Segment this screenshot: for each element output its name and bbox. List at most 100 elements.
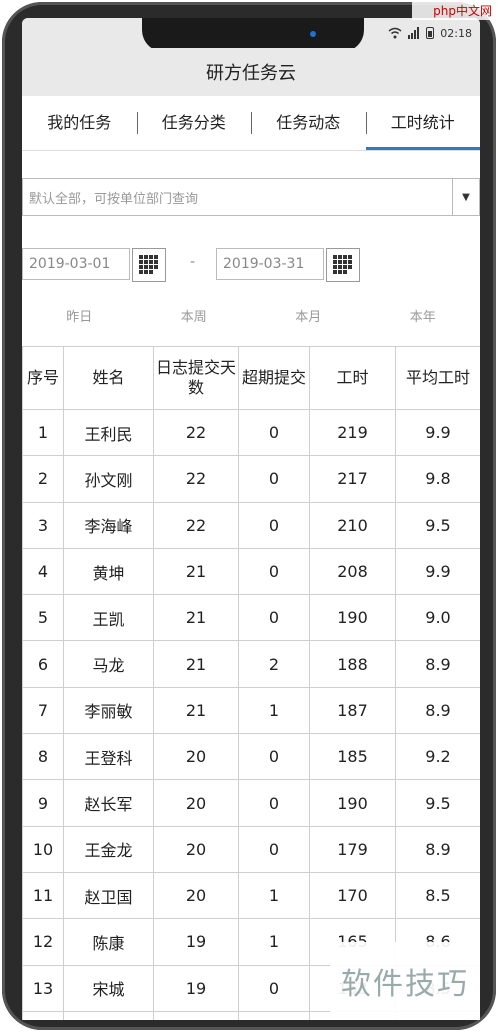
table-cell: 0 — [238, 547, 310, 596]
table-cell: 0 — [238, 825, 310, 873]
table-cell: 6 — [22, 640, 64, 688]
calendar-icon[interactable] — [326, 248, 360, 282]
table-row[interactable]: 2 孙文刚 22 0 217 9.8 — [22, 455, 480, 503]
table-cell: 王利民 — [63, 408, 154, 457]
table-cell: 21 — [153, 594, 239, 642]
table-cell: 马龙 — [63, 640, 154, 688]
table-cell: 13 — [22, 964, 64, 1012]
tab-work-hours[interactable]: 工时统计 — [365, 96, 480, 150]
table-cell: 9.5 — [395, 779, 480, 827]
quick-range-this-year[interactable]: 本年 — [366, 303, 481, 333]
table-header-row: 序号 姓名 日志提交天数 超期提交 工时 平均工时 — [22, 346, 480, 410]
table-row[interactable]: 3 李海峰 22 0 210 9.5 — [22, 501, 480, 549]
table-cell: 赵长军 — [63, 779, 154, 827]
table-cell: 9.0 — [395, 594, 480, 642]
work-hours-table: 序号 姓名 日志提交天数 超期提交 工时 平均工时 1 王利民 22 0 219 9.9 2… — [22, 346, 480, 1020]
table-row[interactable]: 8 王登科 20 0 185 9.2 — [22, 733, 480, 781]
table-cell: 208 — [309, 547, 396, 596]
column-header: 序号 — [22, 346, 64, 410]
table-cell: 217 — [309, 455, 396, 503]
table-cell: 188 — [309, 640, 396, 688]
column-header: 超期提交 — [238, 346, 310, 410]
quick-range-bar: 昨日 本周 本月 本年 — [22, 303, 480, 333]
table-cell: 李丽敏 — [63, 686, 154, 735]
table-cell: 22 — [153, 455, 239, 503]
table-row[interactable]: 6 马龙 21 2 188 8.9 — [22, 640, 480, 688]
table-row[interactable]: 5 王凯 21 0 190 9.0 — [22, 594, 480, 642]
table-cell: 170 — [309, 871, 396, 920]
table-cell: 2 — [238, 640, 310, 688]
end-date-input[interactable]: 2019-03-31 — [216, 248, 324, 280]
table-cell: 19 — [153, 1010, 239, 1020]
notch — [142, 18, 364, 52]
table-cell: 22 — [153, 501, 239, 549]
department-select[interactable]: 默认全部，可按单位部门查询 ▼ — [22, 178, 480, 216]
table-cell: 5 — [22, 594, 64, 642]
table-cell: 1 — [238, 918, 310, 966]
tab-task-categories[interactable]: 任务分类 — [136, 96, 252, 150]
table-cell: 14 — [22, 1010, 64, 1020]
table-cell: 20 — [153, 779, 239, 827]
chevron-down-icon[interactable]: ▼ — [452, 179, 479, 215]
table-row[interactable]: 1 王利民 22 0 219 9.9 — [22, 408, 480, 457]
table-cell: 179 — [309, 825, 396, 873]
table-cell: 9.9 — [395, 408, 480, 457]
table-cell: 190 — [309, 594, 396, 642]
table-cell: 0 — [238, 779, 310, 827]
table-cell: 21 — [153, 547, 239, 596]
column-header: 姓名 — [63, 346, 154, 410]
table-cell: 宋城 — [63, 964, 154, 1012]
department-select-placeholder: 默认全部，可按单位部门查询 — [29, 191, 199, 207]
column-header: 平均工时 — [395, 346, 480, 410]
wifi-icon — [388, 27, 402, 39]
status-icons: 02:18 — [388, 24, 472, 42]
table-cell: 陈康 — [63, 918, 154, 966]
table-row[interactable]: 7 李丽敏 21 1 187 8.9 — [22, 686, 480, 735]
quick-range-yesterday[interactable]: 昨日 — [22, 303, 137, 333]
table-cell: 20 — [153, 871, 239, 920]
table-cell: 王登科 — [63, 733, 154, 781]
table-cell: 2 — [22, 455, 64, 503]
status-bar: 02:18 — [22, 18, 480, 52]
table-cell: 1 — [238, 871, 310, 920]
table-cell: 8.9 — [395, 825, 480, 873]
table-cell: 20 — [153, 825, 239, 873]
table-cell: 王凯 — [63, 594, 154, 642]
date-range: 2019-03-01 - 2019-03-31 — [22, 248, 480, 284]
column-header: 日志提交天数 — [153, 346, 239, 410]
table-row[interactable]: 10 王金龙 20 0 179 8.9 — [22, 825, 480, 873]
table-cell: 0 — [238, 733, 310, 781]
calendar-icon[interactable] — [132, 248, 166, 282]
table-cell: 8.5 — [395, 871, 480, 920]
table-cell: 0 — [238, 1010, 310, 1020]
quick-range-this-month[interactable]: 本月 — [251, 303, 366, 333]
table-cell: 7 — [22, 686, 64, 735]
table-cell: 9.5 — [395, 501, 480, 549]
quick-range-this-week[interactable]: 本周 — [137, 303, 252, 333]
tab-task-activity[interactable]: 任务动态 — [251, 96, 366, 150]
battery-icon — [426, 27, 435, 39]
table-row[interactable]: 9 赵长军 20 0 190 9.5 — [22, 779, 480, 827]
table-cell: 9.2 — [395, 733, 480, 781]
table-cell: 11 — [22, 871, 64, 920]
screen: 02:18 研方任务云 我的任务 任务分类 任务动态 工时统计 默认全部，可按单… — [22, 18, 480, 1020]
table-cell: 9 — [22, 779, 64, 827]
page-title: 研方任务云 — [206, 63, 296, 84]
start-date-input[interactable]: 2019-03-01 — [22, 248, 130, 280]
table-cell: 0 — [238, 408, 310, 457]
app-header: 研方任务云 — [22, 48, 480, 96]
table-cell: 8 — [22, 733, 64, 781]
tab-my-tasks[interactable]: 我的任务 — [22, 96, 137, 150]
table-cell: 4 — [22, 547, 64, 596]
table-cell: 8.9 — [395, 640, 480, 688]
table-cell: 张驰 — [63, 1010, 154, 1020]
watermark-site: php中文网 — [412, 2, 496, 20]
table-cell: 9.9 — [395, 547, 480, 596]
status-time: 02:18 — [440, 26, 472, 40]
table-row[interactable]: 4 黄坤 21 0 208 9.9 — [22, 547, 480, 596]
table-cell: 187 — [309, 686, 396, 735]
table-row[interactable]: 11 赵卫国 20 1 170 8.5 — [22, 871, 480, 920]
table-cell: 185 — [309, 733, 396, 781]
table-cell: 3 — [22, 501, 64, 549]
table-cell: 10 — [22, 825, 64, 873]
